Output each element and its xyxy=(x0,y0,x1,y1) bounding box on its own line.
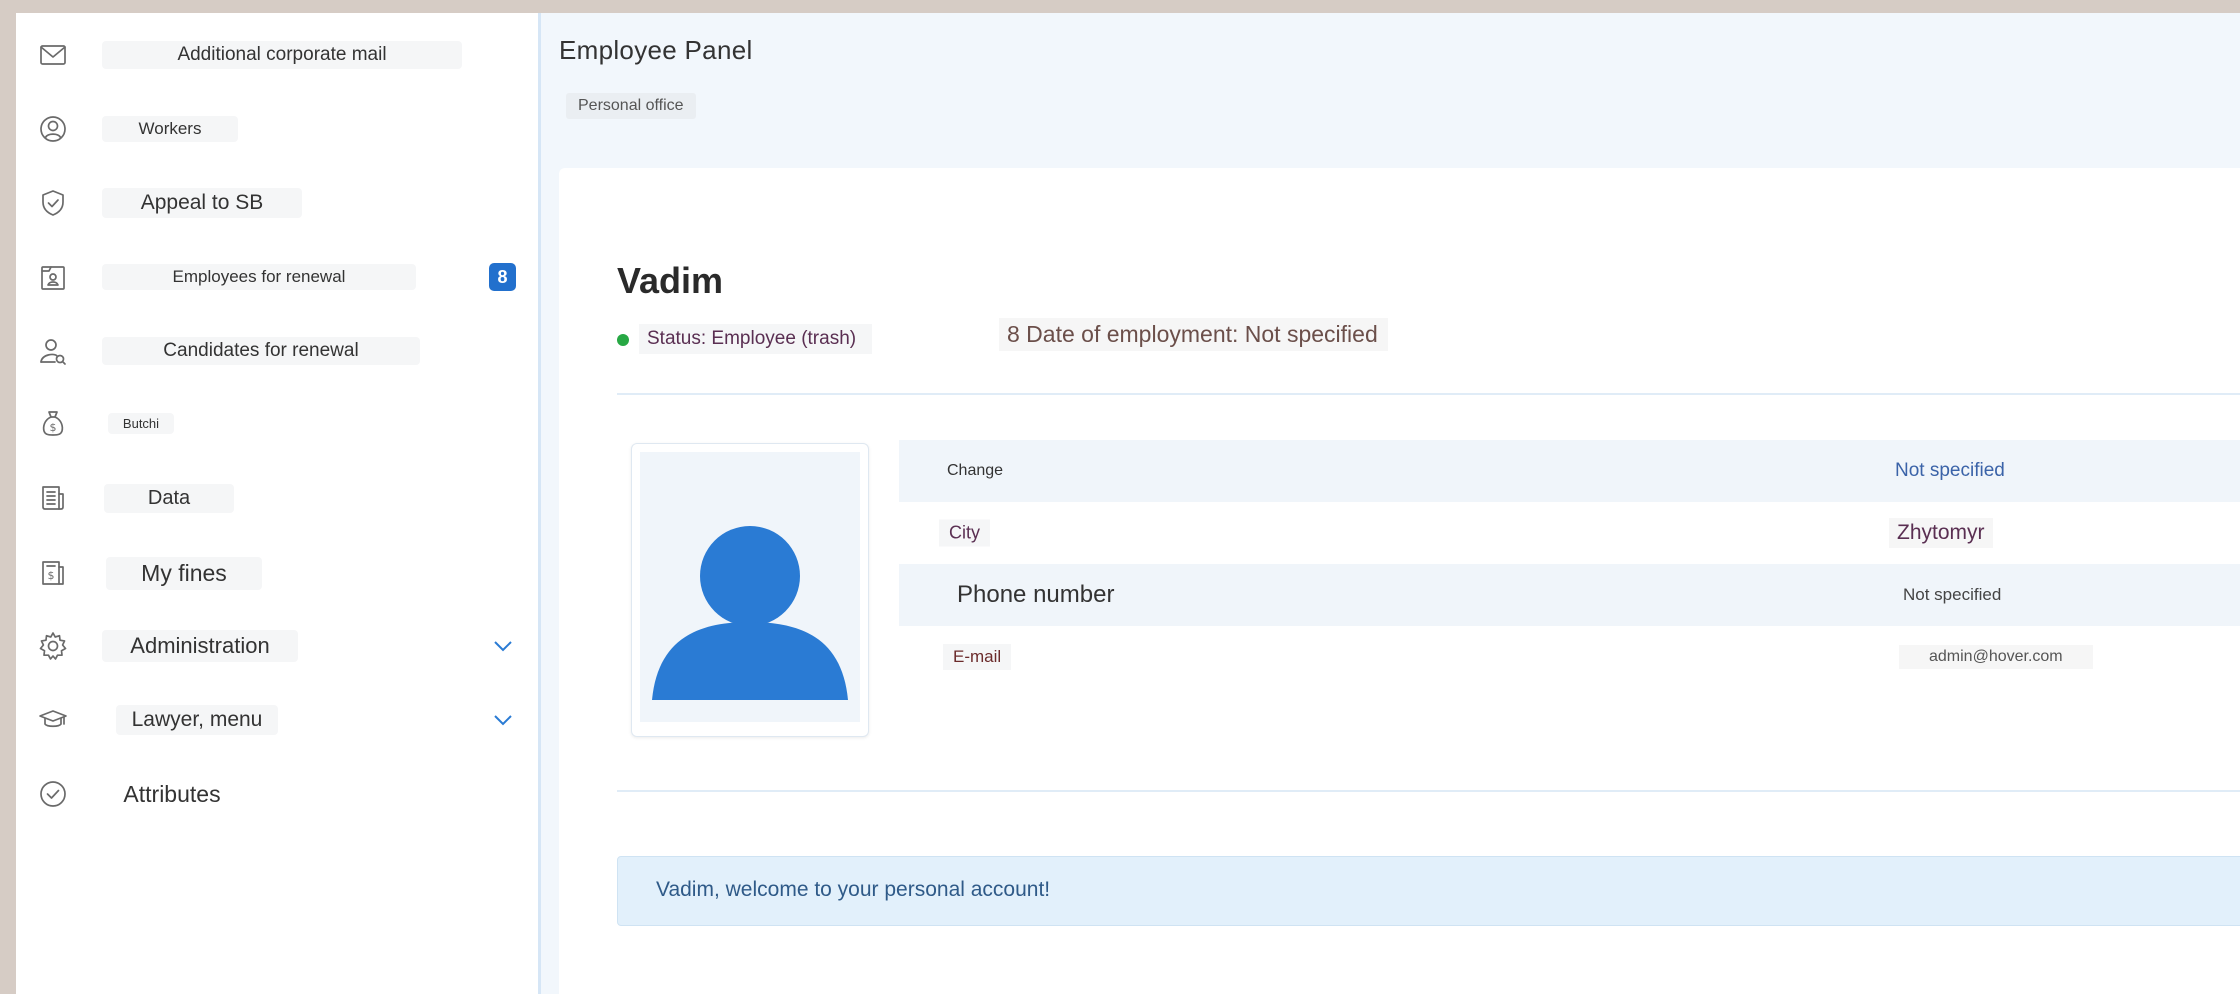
sidebar-item-label: Lawyer, menu xyxy=(116,705,278,735)
status-dot-icon xyxy=(617,334,629,346)
sidebar-item-label: Butchi xyxy=(108,412,174,434)
table-row: Phone number Not specified xyxy=(899,564,2240,626)
field-label-phone: Phone number xyxy=(957,581,1115,608)
field-value-city: Zhytomyr xyxy=(1889,518,1993,548)
renewal-count-badge: 8 xyxy=(489,263,516,291)
sidebar-item-label: Candidates for renewal xyxy=(102,337,420,365)
sidebar-item-my-fines[interactable]: $ My fines xyxy=(16,543,538,603)
sidebar-item-label: Data xyxy=(104,483,234,513)
chevron-down-icon[interactable] xyxy=(492,635,514,657)
page-title: Employee Panel xyxy=(559,35,753,65)
sidebar-item-data[interactable]: Data xyxy=(16,468,538,528)
receipt-icon: $ xyxy=(36,556,70,590)
sidebar-item-employees-for-renewal[interactable]: Employees for renewal 8 xyxy=(16,247,538,307)
employment-date: 8 Date of employment: Not specified xyxy=(999,318,1388,351)
shield-check-icon xyxy=(36,186,70,220)
app-window: Additional corporate mail Workers Appeal… xyxy=(16,13,2240,994)
mail-icon xyxy=(36,38,70,72)
field-value-change: Not specified xyxy=(1895,460,2005,481)
profile-info-table: Change Not specified City Zhytomyr Phone… xyxy=(899,440,2240,688)
gear-icon xyxy=(36,629,70,663)
user-circle-icon xyxy=(36,112,70,146)
graduation-cap-icon xyxy=(36,703,70,737)
svg-text:$: $ xyxy=(50,421,57,434)
sidebar-item-additional-corporate-mail[interactable]: Additional corporate mail xyxy=(16,25,538,85)
sidebar-item-administration[interactable]: Administration xyxy=(16,616,538,676)
welcome-message: Vadim, welcome to your personal account! xyxy=(656,878,1051,901)
user-avatar-icon xyxy=(652,526,848,700)
sidebar-item-label: Workers xyxy=(102,116,238,142)
sidebar-item-label: Appeal to SB xyxy=(102,188,302,218)
profile-card: Vadim Status: Employee (trash) 8 Date of… xyxy=(559,168,2240,994)
welcome-alert: Vadim, welcome to your personal account! xyxy=(617,856,2240,926)
field-value-phone: Not specified xyxy=(1903,585,2002,604)
breadcrumb[interactable]: Personal office xyxy=(566,93,696,119)
field-label-change: Change xyxy=(947,462,1004,479)
sidebar-item-label: Employees for renewal xyxy=(102,264,416,290)
sidebar-item-lawyer-menu[interactable]: Lawyer, menu xyxy=(16,690,538,750)
sidebar-item-label: Attributes xyxy=(123,780,221,807)
sidebar-item-butchi[interactable]: $ Butchi xyxy=(16,393,538,453)
avatar-placeholder xyxy=(640,452,860,722)
svg-text:$: $ xyxy=(48,569,55,582)
sidebar-item-label: Additional corporate mail xyxy=(102,41,462,69)
sidebar-item-attributes[interactable]: Attributes xyxy=(16,764,538,824)
check-circle-icon xyxy=(36,777,70,811)
field-label-email: E-mail xyxy=(943,644,1012,670)
table-row: Change Not specified xyxy=(899,440,2240,502)
sidebar-item-label: Administration xyxy=(102,630,298,662)
user-search-icon xyxy=(36,334,70,368)
id-card-icon xyxy=(36,260,70,294)
sidebar-item-candidates-for-renewal[interactable]: Candidates for renewal xyxy=(16,321,538,381)
sidebar: Additional corporate mail Workers Appeal… xyxy=(16,13,541,994)
main-content: Employee Panel Personal office Vadim Sta… xyxy=(541,13,2240,994)
sidebar-item-label: My fines xyxy=(106,556,262,590)
table-row: City Zhytomyr xyxy=(899,502,2240,564)
field-value-email: admin@hover.com xyxy=(1899,645,2093,669)
document-icon xyxy=(36,481,70,515)
status-text: Status: Employee (trash) xyxy=(639,324,873,354)
divider xyxy=(617,790,2240,792)
sidebar-item-workers[interactable]: Workers xyxy=(16,99,538,159)
divider xyxy=(617,393,2240,395)
sidebar-item-appeal-to-sb[interactable]: Appeal to SB xyxy=(16,173,538,233)
avatar[interactable] xyxy=(631,443,869,737)
table-row: E-mail admin@hover.com xyxy=(899,626,2240,688)
chevron-down-icon[interactable] xyxy=(492,709,514,731)
money-bag-icon: $ xyxy=(36,406,70,440)
field-label-city: City xyxy=(939,519,990,547)
user-name: Vadim xyxy=(617,260,724,301)
